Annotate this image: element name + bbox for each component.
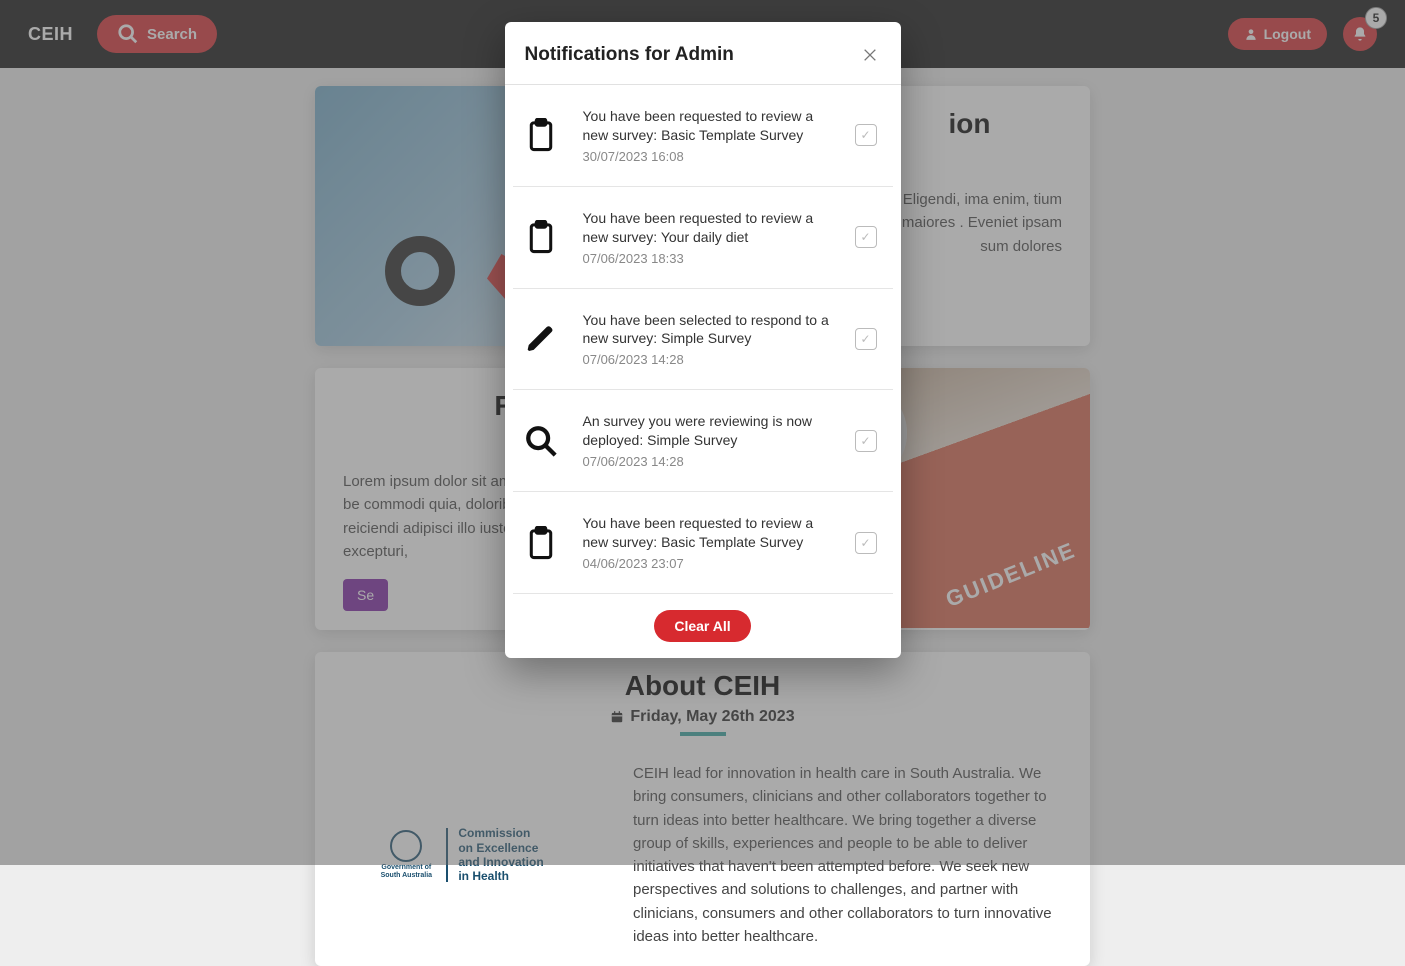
magnify-icon [521,424,561,458]
notification-title: An survey you were reviewing is now depl… [583,412,833,450]
notification-text: An survey you were reviewing is now depl… [583,412,833,469]
notification-text: You have been requested to review a new … [583,209,833,266]
notification-title: You have been requested to review a new … [583,107,833,145]
modal-footer: Clear All [505,594,901,658]
modal-title: Notifications for Admin [525,44,734,66]
notification-text: You have been selected to respond to a n… [583,311,833,368]
notification-item[interactable]: You have been selected to respond to a n… [513,289,893,391]
notification-title: You have been requested to review a new … [583,514,833,552]
close-button[interactable] [859,44,881,66]
clipboard-icon [521,118,561,152]
notification-dismiss-checkbox[interactable]: ✓ [855,328,877,350]
clipboard-icon [521,526,561,560]
notification-timestamp: 04/06/2023 23:07 [583,556,833,571]
notification-item[interactable]: An survey you were reviewing is now depl… [513,390,893,492]
notification-timestamp: 07/06/2023 14:28 [583,454,833,469]
notification-dismiss-checkbox[interactable]: ✓ [855,430,877,452]
modal-overlay[interactable]: Notifications for Admin You have been re… [0,0,1405,865]
notifications-modal: Notifications for Admin You have been re… [505,22,901,658]
notification-dismiss-checkbox[interactable]: ✓ [855,532,877,554]
notification-item[interactable]: You have been requested to review a new … [513,187,893,289]
notification-text: You have been requested to review a new … [583,514,833,571]
clear-all-button[interactable]: Clear All [654,610,750,642]
notification-dismiss-checkbox[interactable]: ✓ [855,226,877,248]
notification-title: You have been requested to review a new … [583,209,833,247]
pencil-icon [521,323,561,355]
notification-item[interactable]: You have been requested to review a new … [513,85,893,187]
notification-timestamp: 30/07/2023 16:08 [583,149,833,164]
notification-text: You have been requested to review a new … [583,107,833,164]
notification-timestamp: 07/06/2023 18:33 [583,251,833,266]
notification-list: You have been requested to review a new … [505,85,901,594]
notification-title: You have been selected to respond to a n… [583,311,833,349]
gov-emblem-label: Government of South Australia [376,864,436,879]
clipboard-icon [521,220,561,254]
notification-item[interactable]: You have been requested to review a new … [513,492,893,594]
close-icon [862,47,878,63]
notification-dismiss-checkbox[interactable]: ✓ [855,124,877,146]
modal-header: Notifications for Admin [505,22,901,85]
notification-timestamp: 07/06/2023 14:28 [583,352,833,367]
clear-all-button-label: Clear All [674,618,730,634]
